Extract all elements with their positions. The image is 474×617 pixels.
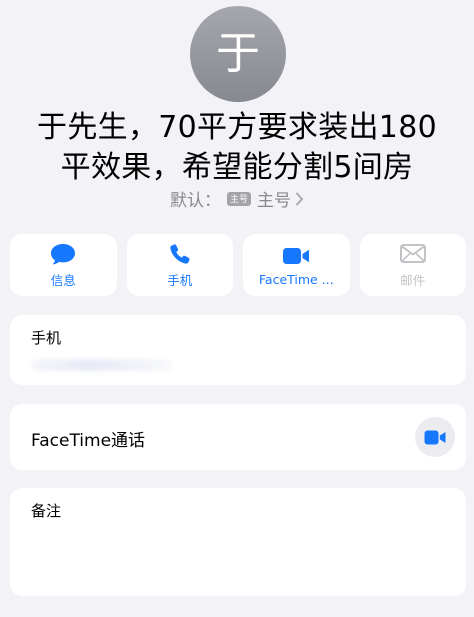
facetime-video-button[interactable]	[415, 417, 455, 457]
default-number-selector[interactable]: 默认： 主号 主号	[0, 186, 474, 211]
phone-number-redacted[interactable]	[31, 354, 191, 376]
phone-number-mask	[31, 359, 171, 371]
call-button[interactable]: 手机	[126, 234, 233, 296]
notes-card[interactable]: 备注	[10, 488, 466, 596]
mail-button[interactable]: 邮件	[359, 234, 466, 296]
facetime-card[interactable]: FaceTime通话	[10, 404, 466, 470]
contact-name-line-1: 于先生，70平方要求装出180	[37, 110, 437, 145]
video-icon	[282, 244, 310, 268]
sim-badge: 主号	[227, 191, 251, 206]
avatar[interactable]: 于	[190, 6, 286, 102]
mail-icon	[399, 242, 426, 266]
video-icon	[424, 430, 446, 445]
contact-name: 于先生，70平方要求装出180 平效果，希望能分割5间房	[8, 108, 466, 188]
message-icon	[49, 242, 77, 266]
mail-label: 邮件	[400, 272, 426, 288]
phone-icon	[169, 242, 191, 266]
default-label: 默认：	[170, 191, 221, 211]
contact-name-line-2: 平效果，希望能分割5间房	[60, 150, 414, 185]
phone-card[interactable]: 手机	[10, 315, 466, 385]
chevron-right-icon	[295, 192, 304, 206]
notes-label: 备注	[31, 502, 62, 520]
message-label: 信息	[50, 272, 76, 288]
phone-label: 手机	[31, 329, 62, 347]
call-label: 手机	[167, 272, 193, 288]
default-value: 主号	[257, 191, 291, 211]
message-button[interactable]: 信息	[10, 234, 117, 296]
facetime-call-label: FaceTime通话	[31, 431, 146, 451]
facetime-label: FaceTime ...	[258, 271, 334, 287]
avatar-initial: 于	[216, 28, 260, 79]
quick-actions: 信息 手机 FaceTime ... 邮件	[10, 234, 466, 296]
facetime-button[interactable]: FaceTime ...	[243, 234, 350, 296]
